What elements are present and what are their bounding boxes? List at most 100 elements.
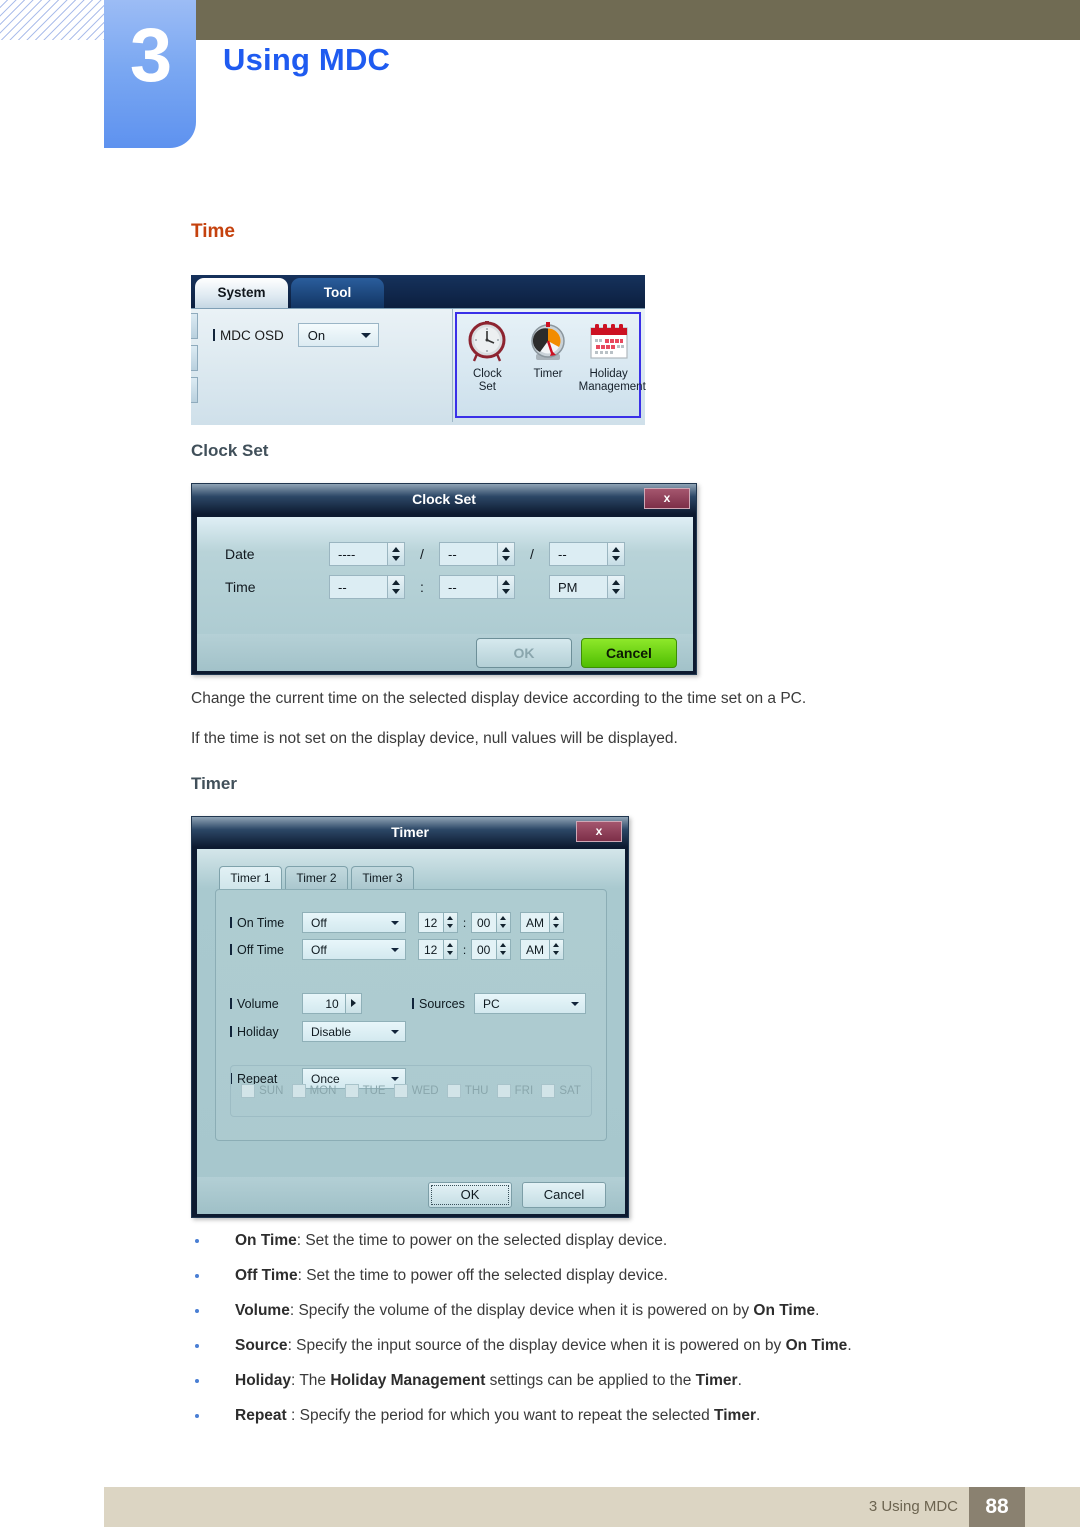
edge-tab-strip <box>191 313 199 413</box>
checkbox-icon[interactable] <box>291 1084 306 1098</box>
off-time-hour-spinner[interactable]: 12 <box>418 939 458 960</box>
clock-set-cancel-button[interactable]: Cancel <box>581 638 677 668</box>
timer-cancel-button[interactable]: Cancel <box>522 1182 606 1208</box>
bullet-term-3: Timer <box>695 1372 738 1389</box>
checkbox-fri[interactable]: FRI <box>496 1084 534 1098</box>
date-day-value: -- <box>558 546 567 562</box>
bullet-term: Volume <box>235 1302 290 1319</box>
clock-set-title-text: Clock Set <box>412 491 476 507</box>
sources-label: Sources <box>412 997 474 1011</box>
checkbox-icon[interactable] <box>344 1084 359 1098</box>
spinner-arrows-icon[interactable] <box>497 543 514 565</box>
bullet-tail: . <box>737 1372 742 1389</box>
spinner-arrows-icon[interactable] <box>387 576 404 598</box>
timer-button[interactable]: Timer <box>518 320 578 381</box>
bullet-text: : Set the time to power off the selected… <box>297 1267 668 1284</box>
tab-timer-2[interactable]: Timer 2 <box>285 866 348 890</box>
checkbox-wed[interactable]: WED <box>393 1084 439 1098</box>
checkbox-icon[interactable] <box>241 1084 256 1098</box>
sources-value: PC <box>483 996 500 1011</box>
date-year-spinner[interactable]: ---- <box>329 542 405 566</box>
list-item: Holiday: The Holiday Management settings… <box>191 1372 1051 1390</box>
mdc-osd-value: On <box>307 327 326 343</box>
spinner-arrows-icon[interactable] <box>549 940 563 959</box>
checkbox-icon[interactable] <box>446 1084 461 1098</box>
checkbox-label-fri: FRI <box>514 1085 534 1097</box>
off-time-state-value: Off <box>311 942 327 957</box>
on-time-minute-value: 00 <box>477 915 491 930</box>
holiday-management-button[interactable]: Holiday Management <box>579 320 646 393</box>
spinner-arrows-icon[interactable] <box>443 940 457 959</box>
clock-set-icon <box>468 321 506 362</box>
on-time-meridiem-spinner[interactable]: AM <box>520 912 564 933</box>
spinner-arrows-icon[interactable] <box>607 576 624 598</box>
on-time-minute-spinner[interactable]: 00 <box>471 912 511 933</box>
date-day-spinner[interactable]: -- <box>549 542 625 566</box>
tab-tool[interactable]: Tool <box>291 278 384 308</box>
time-minute-spinner[interactable]: -- <box>439 575 515 599</box>
checkbox-icon[interactable] <box>541 1084 556 1098</box>
timer-ok-button[interactable]: OK <box>428 1182 512 1208</box>
on-time-row: On Time Off 12 : 00 AM <box>230 912 564 933</box>
date-month-value: -- <box>448 546 457 562</box>
timer-icon <box>531 322 565 360</box>
chevron-down-icon <box>391 947 399 952</box>
off-time-meridiem-spinner[interactable]: AM <box>520 939 564 960</box>
tab-timer-3[interactable]: Timer 3 <box>351 866 414 890</box>
bullet-term-2: On Time <box>785 1337 848 1354</box>
spinner-arrows-icon[interactable] <box>387 543 404 565</box>
volume-stepper[interactable]: 10 <box>302 993 362 1014</box>
chevron-down-icon <box>360 333 371 338</box>
time-separator: : <box>420 579 424 595</box>
tab-system[interactable]: System <box>195 278 288 308</box>
bullet-term: Holiday <box>235 1372 291 1389</box>
bullet-text: : Specify the volume of the display devi… <box>289 1302 754 1319</box>
section-heading-time: Time <box>191 221 236 242</box>
on-time-meridiem-value: AM <box>526 915 544 930</box>
off-time-state-select[interactable]: Off <box>302 939 406 960</box>
spinner-arrows-icon[interactable] <box>607 543 624 565</box>
close-icon[interactable]: x <box>576 821 622 842</box>
date-year-value: ---- <box>338 546 356 562</box>
holiday-caption-l1: Holiday <box>589 368 628 380</box>
weekday-checkbox-group: SUN MON TUE WED THU FRI SAT <box>230 1065 592 1117</box>
off-time-label: Off Time <box>230 943 302 957</box>
checkbox-sat[interactable]: SAT <box>541 1084 581 1098</box>
edge-tab-2 <box>191 345 198 371</box>
spinner-arrows-icon[interactable] <box>443 913 457 932</box>
checkbox-icon[interactable] <box>496 1084 511 1098</box>
clock-set-time-row: Time -- : -- PM <box>225 575 625 599</box>
clock-set-body: Date ---- / -- / -- Time -- : -- PM <box>197 517 693 634</box>
on-time-hour-spinner[interactable]: 12 <box>418 912 458 933</box>
time-meridiem-spinner[interactable]: PM <box>549 575 625 599</box>
checkbox-thu[interactable]: THU <box>446 1084 488 1098</box>
checkbox-icon[interactable] <box>393 1084 408 1098</box>
time-hour-spinner[interactable]: -- <box>329 575 405 599</box>
list-item: Volume: Specify the volume of the displa… <box>191 1302 1051 1320</box>
spinner-arrows-icon[interactable] <box>549 913 563 932</box>
clock-set-button[interactable]: Clock Set <box>457 320 517 393</box>
spinner-arrows-icon[interactable] <box>496 913 510 932</box>
checkbox-label-mon: MON <box>309 1085 337 1097</box>
spinner-arrows-icon[interactable] <box>496 940 510 959</box>
mdc-osd-select[interactable]: On <box>297 323 379 347</box>
holiday-select[interactable]: Disable <box>302 1021 406 1042</box>
subheading-timer: Timer <box>191 774 237 793</box>
off-time-minute-spinner[interactable]: 00 <box>471 939 511 960</box>
edge-tab-1 <box>191 313 198 339</box>
bullet-list: On Time: Set the time to power on the se… <box>191 1232 1051 1442</box>
bullet-term: Off Time <box>235 1267 298 1284</box>
clock-set-ok-button[interactable]: OK <box>476 638 572 668</box>
tab-timer-1[interactable]: Timer 1 <box>219 866 282 890</box>
sources-select[interactable]: PC <box>474 993 586 1014</box>
close-icon[interactable]: x <box>644 488 690 509</box>
on-time-state-select[interactable]: Off <box>302 912 406 933</box>
checkbox-mon[interactable]: MON <box>291 1084 337 1098</box>
checkbox-sun[interactable]: SUN <box>241 1084 283 1098</box>
spinner-arrows-icon[interactable] <box>497 576 514 598</box>
mdc-osd-label: MDC OSD <box>213 328 284 343</box>
date-month-spinner[interactable]: -- <box>439 542 515 566</box>
arrow-right-icon[interactable] <box>345 994 361 1013</box>
time-icon-group: Clock Set Timer Holiday Management <box>455 312 646 418</box>
checkbox-tue[interactable]: TUE <box>344 1084 386 1098</box>
